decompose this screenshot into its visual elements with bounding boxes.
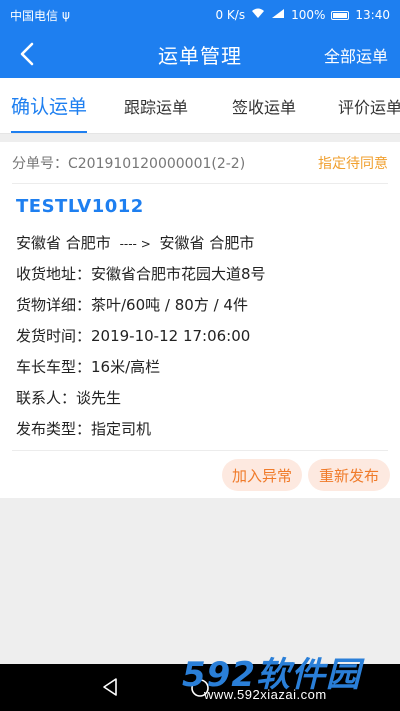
- order-card[interactable]: 分单号：C201910120000001(2-2) 指定待同意 TESTLV10…: [0, 142, 400, 498]
- network-speed: 0 K/s: [215, 8, 246, 22]
- status-left: 中国电信 ψ: [10, 7, 70, 24]
- clock: 13:40: [355, 8, 390, 22]
- wifi-icon: [251, 8, 265, 22]
- back-button[interactable]: [12, 38, 42, 70]
- title-bar: 运单管理 全部运单: [0, 30, 400, 78]
- goods-detail: 货物详细：茶叶/60吨 / 80方 / 4件: [16, 296, 248, 314]
- page-title: 运单管理: [158, 43, 242, 68]
- ship-time: 发货时间：2019-10-12 17:06:00: [16, 327, 251, 345]
- contact-person: 联系人：谈先生: [16, 389, 122, 407]
- tab-label: 签收运单: [232, 97, 297, 117]
- status-badge: 指定待同意: [318, 155, 388, 172]
- signal-icon: [271, 8, 285, 22]
- active-tab-indicator: [11, 130, 88, 133]
- vehicle-type: 车长车型：16米/高栏: [16, 358, 161, 376]
- republish-button[interactable]: 重新发布: [308, 459, 390, 491]
- tab-label: 跟踪运单: [124, 97, 189, 117]
- plate-number: TESTLV1012: [16, 196, 144, 217]
- chevron-left-icon: [20, 42, 34, 66]
- tab-sign[interactable]: 签收运单: [232, 78, 297, 133]
- system-nav-bar: [0, 664, 400, 711]
- status-right: 0 K/s 100% 13:40: [215, 8, 390, 22]
- usb-icon: ψ: [62, 8, 70, 22]
- status-bar: 中国电信 ψ 0 K/s 100% 13:40: [0, 0, 400, 30]
- card-divider: [12, 450, 388, 451]
- route-arrow: ---- >: [119, 237, 151, 251]
- order-card-header: 分单号：C201910120000001(2-2) 指定待同意: [12, 142, 388, 184]
- tab-bar: 确认运单 跟踪运单 签收运单 评价运单: [0, 78, 400, 134]
- route-to: 安徽省 合肥市: [159, 234, 255, 252]
- carrier-label: 中国电信: [10, 8, 59, 23]
- receive-address: 收货地址：安徽省合肥市花园大道8号: [16, 265, 266, 283]
- battery-icon: [331, 10, 350, 20]
- battery-percent: 100%: [291, 8, 326, 22]
- route-line: 安徽省 合肥市 ---- > 安徽省 合肥市: [16, 232, 254, 253]
- route-from: 安徽省 合肥市: [16, 234, 111, 252]
- all-orders-button[interactable]: 全部运单: [324, 43, 388, 67]
- tab-label: 确认运单: [11, 96, 88, 118]
- tab-review[interactable]: 评价运单: [338, 78, 400, 133]
- publish-type: 发布类型：指定司机: [16, 420, 152, 438]
- order-number: 分单号：C201910120000001(2-2): [12, 155, 246, 172]
- tab-track[interactable]: 跟踪运单: [124, 78, 189, 133]
- tab-confirm[interactable]: 确认运单: [11, 78, 88, 133]
- nav-home-icon[interactable]: [190, 678, 210, 702]
- add-exception-button[interactable]: 加入异常: [222, 459, 302, 491]
- nav-back-icon[interactable]: [100, 677, 120, 701]
- tab-label: 评价运单: [338, 97, 400, 117]
